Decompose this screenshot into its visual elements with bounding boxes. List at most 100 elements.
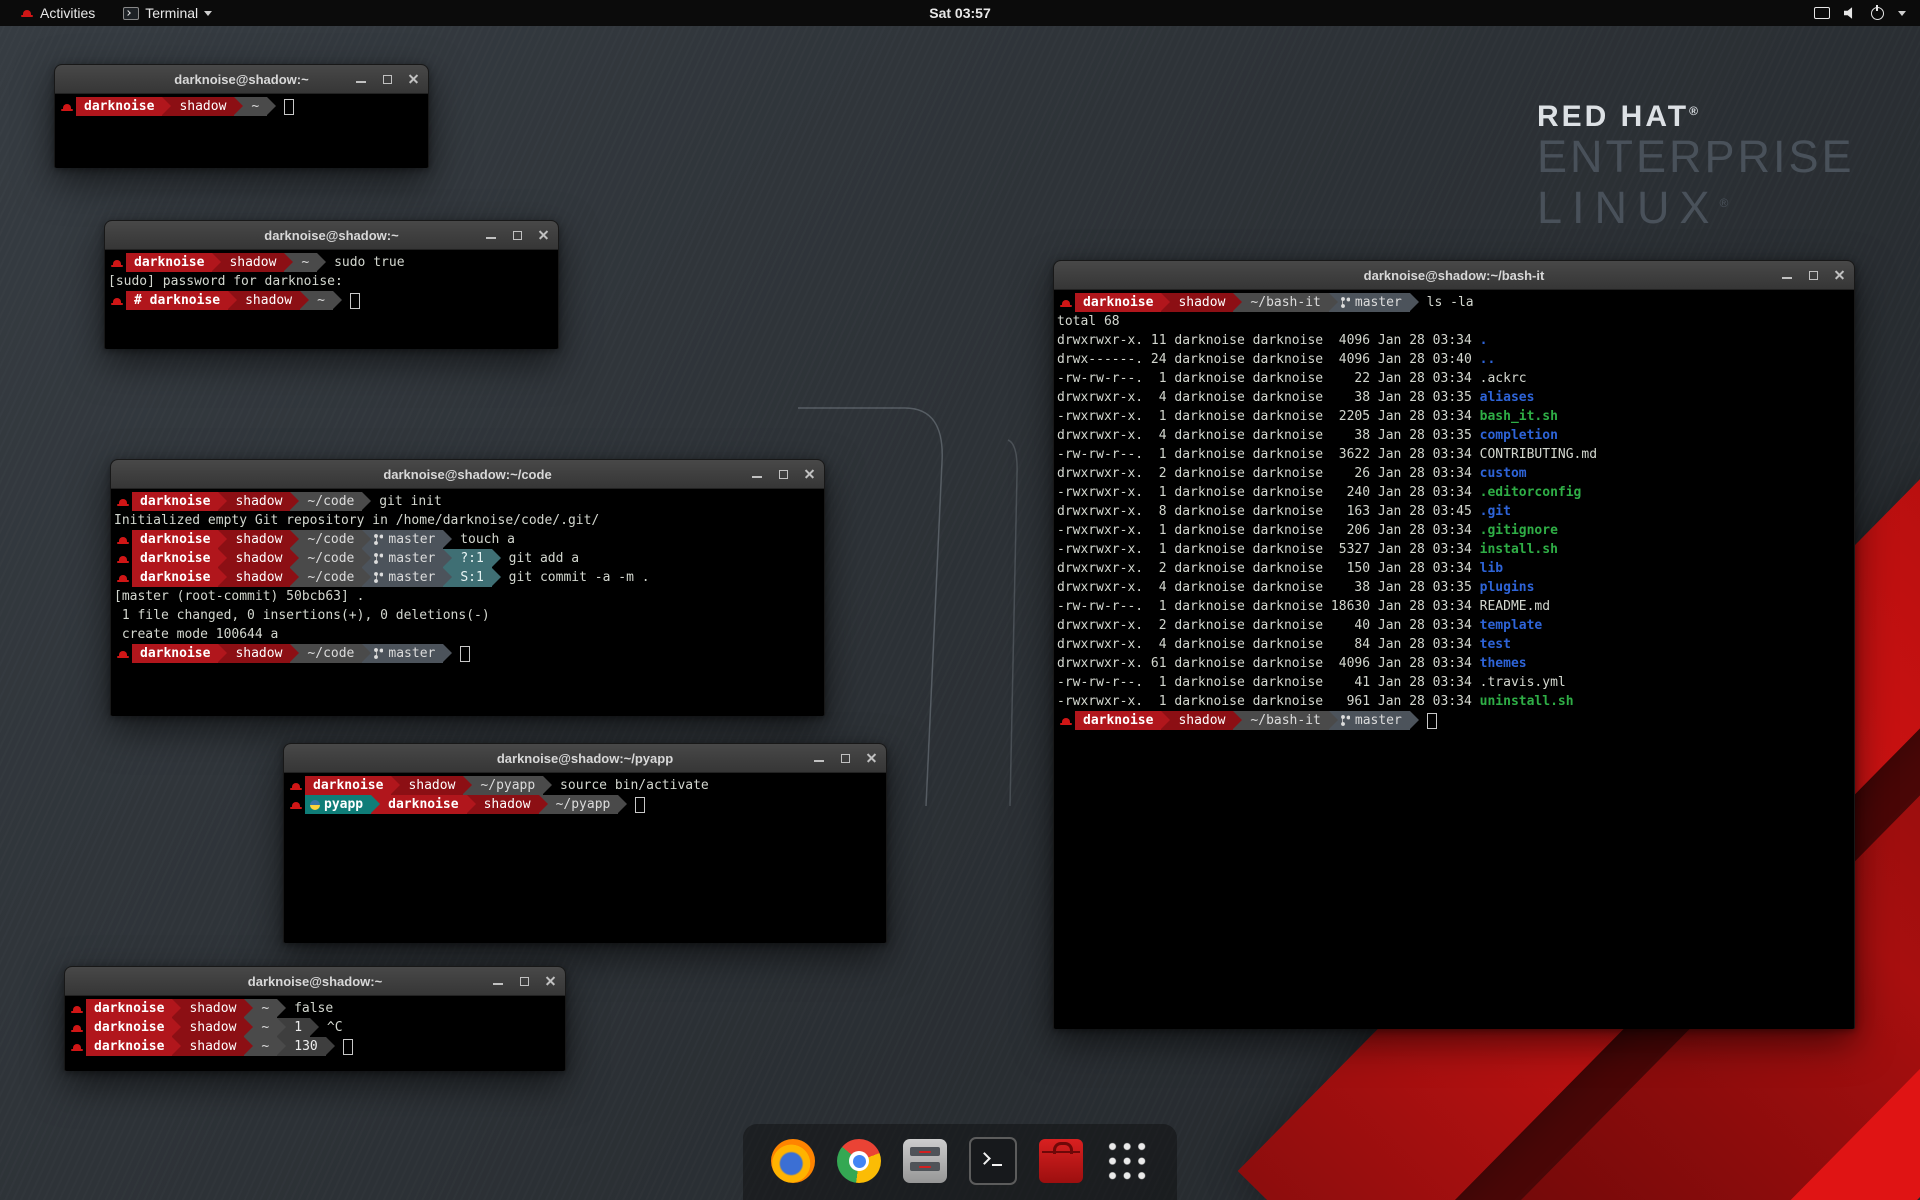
token-dir: . xyxy=(1480,331,1488,350)
maximize-button[interactable] xyxy=(776,467,790,481)
maximize-button[interactable] xyxy=(838,751,852,765)
terminal-content[interactable]: darknoiseshadow~ xyxy=(55,94,428,168)
token-out: total 68 xyxy=(1057,312,1120,331)
terminal-line: drwxrwxr-x. 2 darknoise darknoise 150 Ja… xyxy=(1057,559,1852,578)
terminal-line: drwxrwxr-x. 8 darknoise darknoise 163 Ja… xyxy=(1057,502,1852,521)
display-icon[interactable] xyxy=(1814,7,1830,19)
power-icon[interactable] xyxy=(1871,7,1884,20)
token-git: master xyxy=(386,530,443,549)
token-out: Initialized empty Git repository in /hom… xyxy=(114,511,599,530)
token-path: ~/code xyxy=(299,530,362,549)
token-out: drwxrwxr-x. 11 darknoise darknoise 4096 … xyxy=(1057,331,1480,350)
close-button[interactable] xyxy=(406,72,420,86)
token-out: drwxrwxr-x. 8 darknoise darknoise 163 Ja… xyxy=(1057,502,1480,521)
powerline-arrow xyxy=(443,568,452,587)
close-button[interactable] xyxy=(543,974,557,988)
terminal-content[interactable]: darknoiseshadow~/code git initInitialize… xyxy=(111,489,824,716)
powerline-arrow xyxy=(333,291,342,310)
minimize-button[interactable] xyxy=(484,228,498,242)
clock[interactable]: Sat 03:57 xyxy=(929,5,990,21)
token-user: darknoise xyxy=(76,97,162,116)
redhat-icon xyxy=(287,776,305,795)
powerline-arrow xyxy=(172,1037,181,1056)
terminal-content[interactable]: darknoiseshadow~ falsedarknoiseshadow~1 … xyxy=(65,996,565,1071)
token-path: ~ xyxy=(293,253,317,272)
close-button[interactable] xyxy=(536,228,550,242)
python-icon xyxy=(305,795,322,814)
terminal-dock-icon[interactable] xyxy=(969,1137,1017,1185)
terminal-line: create mode 100644 a xyxy=(114,625,822,644)
maximize-button[interactable] xyxy=(380,72,394,86)
window-titlebar[interactable]: darknoise@shadow:~ xyxy=(65,967,565,996)
powerline-arrow xyxy=(1161,293,1170,312)
powerline-arrow xyxy=(267,97,276,116)
window-titlebar[interactable]: darknoise@shadow:~/code xyxy=(111,460,824,489)
terminal-line: darknoiseshadow~/bash-itmaster xyxy=(1057,711,1852,730)
powerline-arrow xyxy=(326,1037,335,1056)
powerline-arrow xyxy=(290,568,299,587)
app-grid-icon[interactable] xyxy=(1105,1139,1149,1183)
token-host: shadow xyxy=(1170,293,1233,312)
token-code: 1 xyxy=(286,1018,310,1037)
token-cmd: git add a xyxy=(501,549,579,568)
redhat-icon xyxy=(108,253,126,272)
powerline-arrow xyxy=(539,795,548,814)
powerline-arrow xyxy=(1410,293,1419,312)
terminal-content[interactable]: darknoiseshadow~ sudo true[sudo] passwor… xyxy=(105,250,558,349)
minimize-button[interactable] xyxy=(812,751,826,765)
powerline-arrow xyxy=(1161,711,1170,730)
window-titlebar[interactable]: darknoise@shadow:~ xyxy=(55,65,428,94)
window-title: darknoise@shadow:~ xyxy=(248,974,382,989)
app-menu-terminal[interactable]: Terminal xyxy=(113,0,222,26)
activities-button[interactable]: Activities xyxy=(10,0,105,26)
window-titlebar[interactable]: darknoise@shadow:~/bash-it xyxy=(1054,261,1854,290)
terminal-content[interactable]: darknoiseshadow~/pyapp source bin/activa… xyxy=(284,773,886,943)
terminal-icon xyxy=(123,7,139,20)
window-titlebar[interactable]: darknoise@shadow:~/pyapp xyxy=(284,744,886,773)
chevron-down-icon[interactable] xyxy=(1898,11,1906,16)
branch-icon xyxy=(1338,711,1353,730)
terminal-line: darknoiseshadow~130 xyxy=(68,1037,563,1056)
redhat-icon xyxy=(114,530,132,549)
window-titlebar[interactable]: darknoise@shadow:~ xyxy=(105,221,558,250)
token-host: shadow xyxy=(1170,711,1233,730)
token-dir: .. xyxy=(1480,350,1496,369)
terminal-line: -rw-rw-r--. 1 darknoise darknoise 41 Jan… xyxy=(1057,673,1852,692)
chrome-icon[interactable] xyxy=(837,1139,881,1183)
activities-label: Activities xyxy=(40,5,95,21)
powerline-arrow xyxy=(618,795,627,814)
maximize-button[interactable] xyxy=(510,228,524,242)
powerline-arrow xyxy=(362,549,371,568)
terminal-window-pyapp: darknoise@shadow:~/pyapp darknoiseshadow… xyxy=(283,743,887,943)
token-out: drwxrwxr-x. 4 darknoise darknoise 38 Jan… xyxy=(1057,578,1480,597)
powerline-arrow xyxy=(362,568,371,587)
minimize-button[interactable] xyxy=(750,467,764,481)
close-button[interactable] xyxy=(1832,268,1846,282)
redhat-icon xyxy=(108,291,126,310)
close-button[interactable] xyxy=(802,467,816,481)
powerline-arrow xyxy=(218,530,227,549)
token-path: ~ xyxy=(253,999,277,1018)
minimize-button[interactable] xyxy=(354,72,368,86)
token-host: shadow xyxy=(181,999,244,1018)
firefox-icon[interactable] xyxy=(771,1139,815,1183)
maximize-button[interactable] xyxy=(1806,268,1820,282)
volume-icon[interactable] xyxy=(1844,7,1857,20)
redhat-icon xyxy=(114,568,132,587)
minimize-button[interactable] xyxy=(1780,268,1794,282)
token-dir: template xyxy=(1480,616,1543,635)
token-host: shadow xyxy=(181,1018,244,1037)
minimize-button[interactable] xyxy=(491,974,505,988)
token-out: drwxrwxr-x. 4 darknoise darknoise 84 Jan… xyxy=(1057,635,1480,654)
token-cmd: source bin/activate xyxy=(552,776,709,795)
maximize-button[interactable] xyxy=(517,974,531,988)
token-path: ~/code xyxy=(299,644,362,663)
file-cabinet-icon[interactable] xyxy=(903,1139,947,1183)
token-out: drwxrwxr-x. 4 darknoise darknoise 38 Jan… xyxy=(1057,426,1480,445)
toolbox-icon[interactable] xyxy=(1039,1139,1083,1183)
powerline-arrow xyxy=(362,530,371,549)
close-button[interactable] xyxy=(864,751,878,765)
token-out: drwx------. 24 darknoise darknoise 4096 … xyxy=(1057,350,1480,369)
terminal-content[interactable]: darknoiseshadow~/bash-itmaster ls -latot… xyxy=(1054,290,1854,1029)
token-path: ~/bash-it xyxy=(1242,293,1328,312)
